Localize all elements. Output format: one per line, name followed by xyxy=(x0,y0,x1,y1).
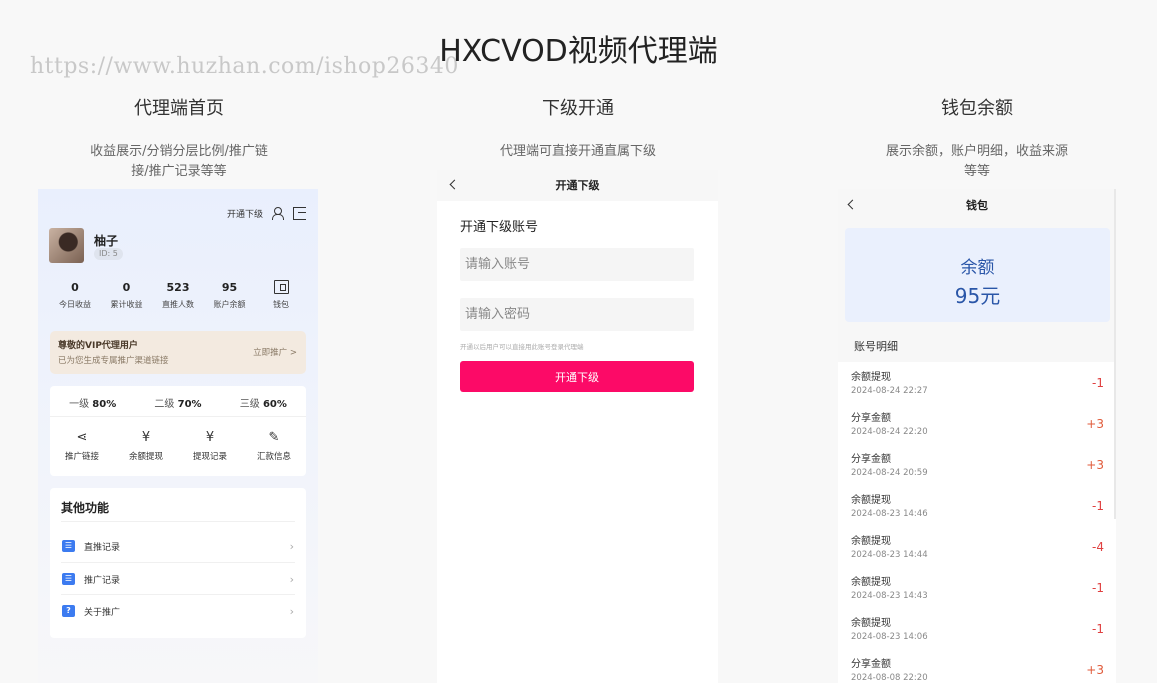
wallet-screen: 钱包 余额 95元 账号明细 余额提现 2024-08-24 22:27 -1 分享… xyxy=(838,189,1116,683)
levels-card: 一级 80% 二级 70% 三级 60% ⋖ 推广链接 ¥ 余额提现 ¥ 提现记录 ✎… xyxy=(50,386,306,476)
page-title: HXCVOD视频代理端 xyxy=(439,34,718,69)
top-actions: 开通下级 xyxy=(227,206,306,220)
column-desc-line1: 展示余额，账户明细，收益来源 xyxy=(885,144,1068,159)
scrollbar[interactable] xyxy=(1114,189,1116,519)
divider xyxy=(61,594,295,595)
commission-levels: 一级 80% 二级 70% 三级 60% xyxy=(50,395,306,410)
column-heading: 钱包余额 xyxy=(941,98,1013,119)
chevron-right-icon: › xyxy=(289,604,294,618)
password-input[interactable] xyxy=(460,298,694,331)
wallet-icon xyxy=(273,280,289,294)
vip-title: 尊敬的VIP代理用户 xyxy=(58,341,138,351)
list-item: 分享金额 2024-08-24 22:20 +3 xyxy=(851,413,1104,437)
list-item: 余额提现 2024-08-23 14:06 -1 xyxy=(851,618,1104,642)
balance-value: 95元 xyxy=(954,284,1001,308)
nav-bar: 开通下级 xyxy=(437,170,718,200)
user-name: 柚子 xyxy=(94,234,119,248)
column-header-wallet: 钱包余额 展示余额，账户明细，收益来源 等等 xyxy=(868,94,1086,182)
list-item: 余额提现 2024-08-23 14:46 -1 xyxy=(851,495,1104,519)
yen-cycle-icon: ¥ xyxy=(205,429,215,445)
column-desc-line2: 等等 xyxy=(963,164,990,179)
divider xyxy=(61,521,295,522)
quick-actions: ⋖ 推广链接 ¥ 余额提现 ¥ 提现记录 ✎ 汇款信息 xyxy=(50,428,306,463)
nav-title: 钱包 xyxy=(966,199,988,212)
hint-text: 开通以后用户可以直接用此账号登录代理端 xyxy=(460,343,584,351)
account-detail-label: 账号明细 xyxy=(854,340,898,353)
level-2: 二级 70% xyxy=(154,399,202,410)
wallet-yen-icon: ¥ xyxy=(141,429,151,445)
account-input[interactable] xyxy=(460,248,694,281)
list-item: 余额提现 2024-08-23 14:44 -4 xyxy=(851,536,1104,560)
column-heading: 下级开通 xyxy=(542,98,614,119)
column-header-home: 代理端首页 收益展示/分销分层比例/推广链 接/推广记录等等 xyxy=(70,94,288,182)
share-icon: ⋖ xyxy=(76,429,88,445)
edit-icon: ✎ xyxy=(268,429,280,445)
vip-subtitle: 已为您生成专属推广渠道链接 xyxy=(58,356,169,366)
open-subagent-screen: 开通下级 开通下级账号 开通以后用户可以直接用此账号登录代理端 开通下级 xyxy=(437,170,718,683)
divider xyxy=(61,562,295,563)
column-header-subagent: 下级开通 代理端可直接开通直属下级 xyxy=(460,94,696,162)
remit-info-button[interactable]: ✎ 汇款信息 xyxy=(245,428,303,463)
user-add-icon[interactable] xyxy=(271,206,285,220)
list-item: 余额提现 2024-08-24 22:27 -1 xyxy=(851,372,1104,396)
column-desc-line1: 代理端可直接开通直属下级 xyxy=(499,144,656,159)
section-title: 其他功能 xyxy=(61,501,110,515)
list-icon: ☰ xyxy=(62,573,75,585)
agent-home-screen: 开通下级 柚子 ID: 5 0 今日收益 0 累计收益 523 直推人数 95 账户余额… xyxy=(38,189,318,683)
column-heading: 代理端首页 xyxy=(134,98,224,119)
form-body: 开通下级账号 开通以后用户可以直接用此账号登录代理端 开通下级 xyxy=(437,201,718,683)
account-label: 开通下级账号 xyxy=(460,220,539,235)
user-id-badge: ID: 5 xyxy=(94,248,123,260)
menu-direct-records[interactable]: ☰ 直推记录 › xyxy=(62,537,294,555)
list-icon: ☰ xyxy=(62,540,75,552)
open-subagent-button[interactable]: 开通下级 xyxy=(460,361,694,392)
open-sub-link[interactable]: 开通下级 xyxy=(227,207,263,220)
menu-promo-records[interactable]: ☰ 推广记录 › xyxy=(62,570,294,588)
promo-link-button[interactable]: ⋖ 推广链接 xyxy=(53,428,111,463)
records-list[interactable]: 余额提现 2024-08-24 22:27 -1 分享金额 2024-08-24 22… xyxy=(838,362,1116,683)
stat-total-income[interactable]: 0 累计收益 xyxy=(102,280,152,310)
promote-now-link[interactable]: 立即推广 > xyxy=(253,346,297,358)
withdraw-button[interactable]: ¥ 余额提现 xyxy=(117,428,175,463)
menu-about-promo[interactable]: ? 关于推广 › xyxy=(62,602,294,620)
logout-icon[interactable] xyxy=(293,206,306,220)
vip-banner[interactable]: 尊敬的VIP代理用户 已为您生成专属推广渠道链接 立即推广 > xyxy=(50,331,306,374)
nav-title: 开通下级 xyxy=(555,179,600,192)
level-3: 三级 60% xyxy=(239,399,287,410)
balance-card: 余额 95元 xyxy=(845,228,1110,322)
other-functions-card: 其他功能 ☰ 直推记录 › ☰ 推广记录 › ? 关于推广 › xyxy=(50,488,306,638)
stat-balance[interactable]: 95 账户余额 xyxy=(205,280,255,310)
list-item: 余额提现 2024-08-23 14:43 -1 xyxy=(851,577,1104,601)
stat-today-income[interactable]: 0 今日收益 xyxy=(50,280,100,310)
withdraw-records-button[interactable]: ¥ 提现记录 xyxy=(181,428,239,463)
stats-row: 0 今日收益 0 累计收益 523 直推人数 95 账户余额 钱包 xyxy=(50,280,306,310)
divider xyxy=(50,416,306,417)
column-desc-line2: 接/推广记录等等 xyxy=(131,164,227,179)
chevron-right-icon: › xyxy=(289,539,294,553)
stat-direct-count[interactable]: 523 直推人数 xyxy=(153,280,203,310)
wallet-button[interactable]: 钱包 xyxy=(256,280,306,310)
avatar xyxy=(49,228,84,263)
column-desc-line1: 收益展示/分销分层比例/推广链 xyxy=(90,144,268,159)
list-item: 分享金额 2024-08-08 22:20 +3 xyxy=(851,659,1104,683)
help-icon: ? xyxy=(62,605,75,617)
chevron-right-icon: › xyxy=(289,572,294,586)
balance-label: 余额 xyxy=(960,258,995,278)
level-1: 一级 80% xyxy=(69,399,117,410)
list-item: 分享金额 2024-08-24 20:59 +3 xyxy=(851,454,1104,478)
